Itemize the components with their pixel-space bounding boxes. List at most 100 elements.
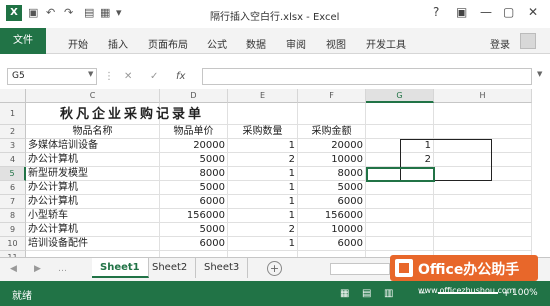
ribbon-display-icon[interactable]: ▣ [456,5,467,19]
formula-input[interactable] [202,68,532,85]
item-name-cell[interactable]: 办公计算机 [26,195,160,209]
login-link[interactable]: 登录 [490,36,510,51]
cell[interactable] [434,195,532,209]
maximize-icon[interactable]: ▢ [503,5,514,19]
row-header-5[interactable]: 5 [0,167,26,181]
cancel-icon[interactable]: ✕ [124,71,132,82]
next-sheet-icon[interactable]: ▶ [34,264,41,274]
helper-cell[interactable] [366,237,434,251]
header-cell[interactable]: 物品名称 [26,125,160,139]
value-cell[interactable]: 1 [228,181,298,195]
value-cell[interactable]: 1 [228,195,298,209]
value-cell[interactable]: 6000 [160,195,228,209]
value-cell[interactable]: 5000 [160,223,228,237]
column-header-h[interactable]: H [434,89,532,103]
row-header-6[interactable]: 6 [0,181,26,195]
row-header-3[interactable]: 3 [0,139,26,153]
cell[interactable] [434,223,532,237]
select-all-corner[interactable] [0,89,26,103]
column-header-c[interactable]: C [26,89,160,103]
print-icon[interactable]: ▦ [100,6,110,19]
sheet-tab-3[interactable]: Sheet3 [196,258,249,278]
value-cell[interactable]: 6000 [160,237,228,251]
value-cell[interactable]: 1 [228,167,298,181]
insert-function-icon[interactable]: fx [176,71,185,82]
cell[interactable] [228,103,298,125]
value-cell[interactable]: 20000 [160,139,228,153]
tab-developer[interactable]: 开发工具 [366,36,406,51]
row-header-10[interactable]: 10 [0,237,26,251]
undo-icon[interactable]: ↶ [46,6,55,19]
header-cell[interactable]: 采购金额 [298,125,366,139]
cell[interactable] [298,103,366,125]
sheet-title[interactable]: 秋凡企业采购记录单 [60,104,204,126]
value-cell[interactable]: 6000 [298,237,366,251]
item-name-cell[interactable]: 多媒体培训设备 [26,139,160,153]
name-box-dropdown-icon[interactable]: ▼ [88,70,93,78]
value-cell[interactable]: 5000 [298,181,366,195]
item-name-cell[interactable]: 新型研发模型 [26,167,160,181]
sheet-tab-1[interactable]: Sheet1 [92,258,149,278]
value-cell[interactable]: 156000 [298,209,366,223]
cell[interactable] [434,125,532,139]
helper-cell[interactable] [366,223,434,237]
row-header-1[interactable]: 1 [0,103,26,125]
horizontal-scrollbar[interactable] [330,263,390,275]
value-cell[interactable]: 20000 [298,139,366,153]
customize-qat-icon[interactable]: ▾ [116,6,122,19]
value-cell[interactable]: 6000 [298,195,366,209]
tab-view[interactable]: 视图 [326,36,346,51]
open-icon[interactable]: ▤ [84,6,94,19]
item-name-cell[interactable]: 办公计算机 [26,153,160,167]
value-cell[interactable]: 1 [228,237,298,251]
column-header-f[interactable]: F [298,89,366,103]
tab-review[interactable]: 审阅 [286,36,306,51]
value-cell[interactable]: 5000 [160,153,228,167]
tab-insert[interactable]: 插入 [108,36,128,51]
item-name-cell[interactable]: 办公计算机 [26,223,160,237]
normal-view-icon[interactable]: ▦ [340,288,349,299]
sheet-tab-2[interactable]: Sheet2 [144,258,197,278]
value-cell[interactable]: 2 [228,153,298,167]
row-header-8[interactable]: 8 [0,209,26,223]
value-cell[interactable]: 8000 [160,167,228,181]
add-sheet-icon[interactable]: + [267,261,282,276]
cell[interactable] [434,209,532,223]
tab-page-layout[interactable]: 页面布局 [148,36,188,51]
helper-cell[interactable] [366,181,434,195]
expand-formula-bar-icon[interactable]: ▼ [537,70,542,78]
page-break-view-icon[interactable]: ▥ [384,288,393,299]
value-cell[interactable]: 10000 [298,223,366,237]
value-cell[interactable]: 2 [228,223,298,237]
item-name-cell[interactable]: 小型轿车 [26,209,160,223]
header-cell[interactable]: 采购数量 [228,125,298,139]
value-cell[interactable]: 1 [228,139,298,153]
more-sheets-icon[interactable]: … [58,264,67,274]
name-box[interactable]: G5 [7,68,97,85]
row-header-7[interactable]: 7 [0,195,26,209]
cell[interactable] [434,181,532,195]
cell[interactable] [434,103,532,125]
tab-formulas[interactable]: 公式 [207,36,227,51]
value-cell[interactable]: 156000 [160,209,228,223]
help-icon[interactable]: ? [433,5,439,19]
save-icon[interactable]: ▣ [28,6,38,19]
tab-home[interactable]: 开始 [68,36,88,51]
tab-file[interactable]: 文件 [0,28,46,54]
worksheet-grid[interactable]: CDEFGH1234567891011秋凡企业采购记录单物品名称物品单价采购数量… [0,89,550,257]
minimize-icon[interactable]: — [480,5,492,19]
value-cell[interactable]: 1 [228,209,298,223]
value-cell[interactable]: 5000 [160,181,228,195]
column-header-g[interactable]: G [366,89,434,103]
item-name-cell[interactable]: 培训设备配件 [26,237,160,251]
row-header-9[interactable]: 9 [0,223,26,237]
value-cell[interactable]: 8000 [298,167,366,181]
cell[interactable] [366,103,434,125]
helper-cell[interactable] [366,209,434,223]
redo-icon[interactable]: ↷ [64,6,73,19]
row-header-4[interactable]: 4 [0,153,26,167]
cell[interactable] [366,125,434,139]
header-cell[interactable]: 物品单价 [160,125,228,139]
column-header-d[interactable]: D [160,89,228,103]
zoom-level[interactable]: 100% [512,288,538,298]
